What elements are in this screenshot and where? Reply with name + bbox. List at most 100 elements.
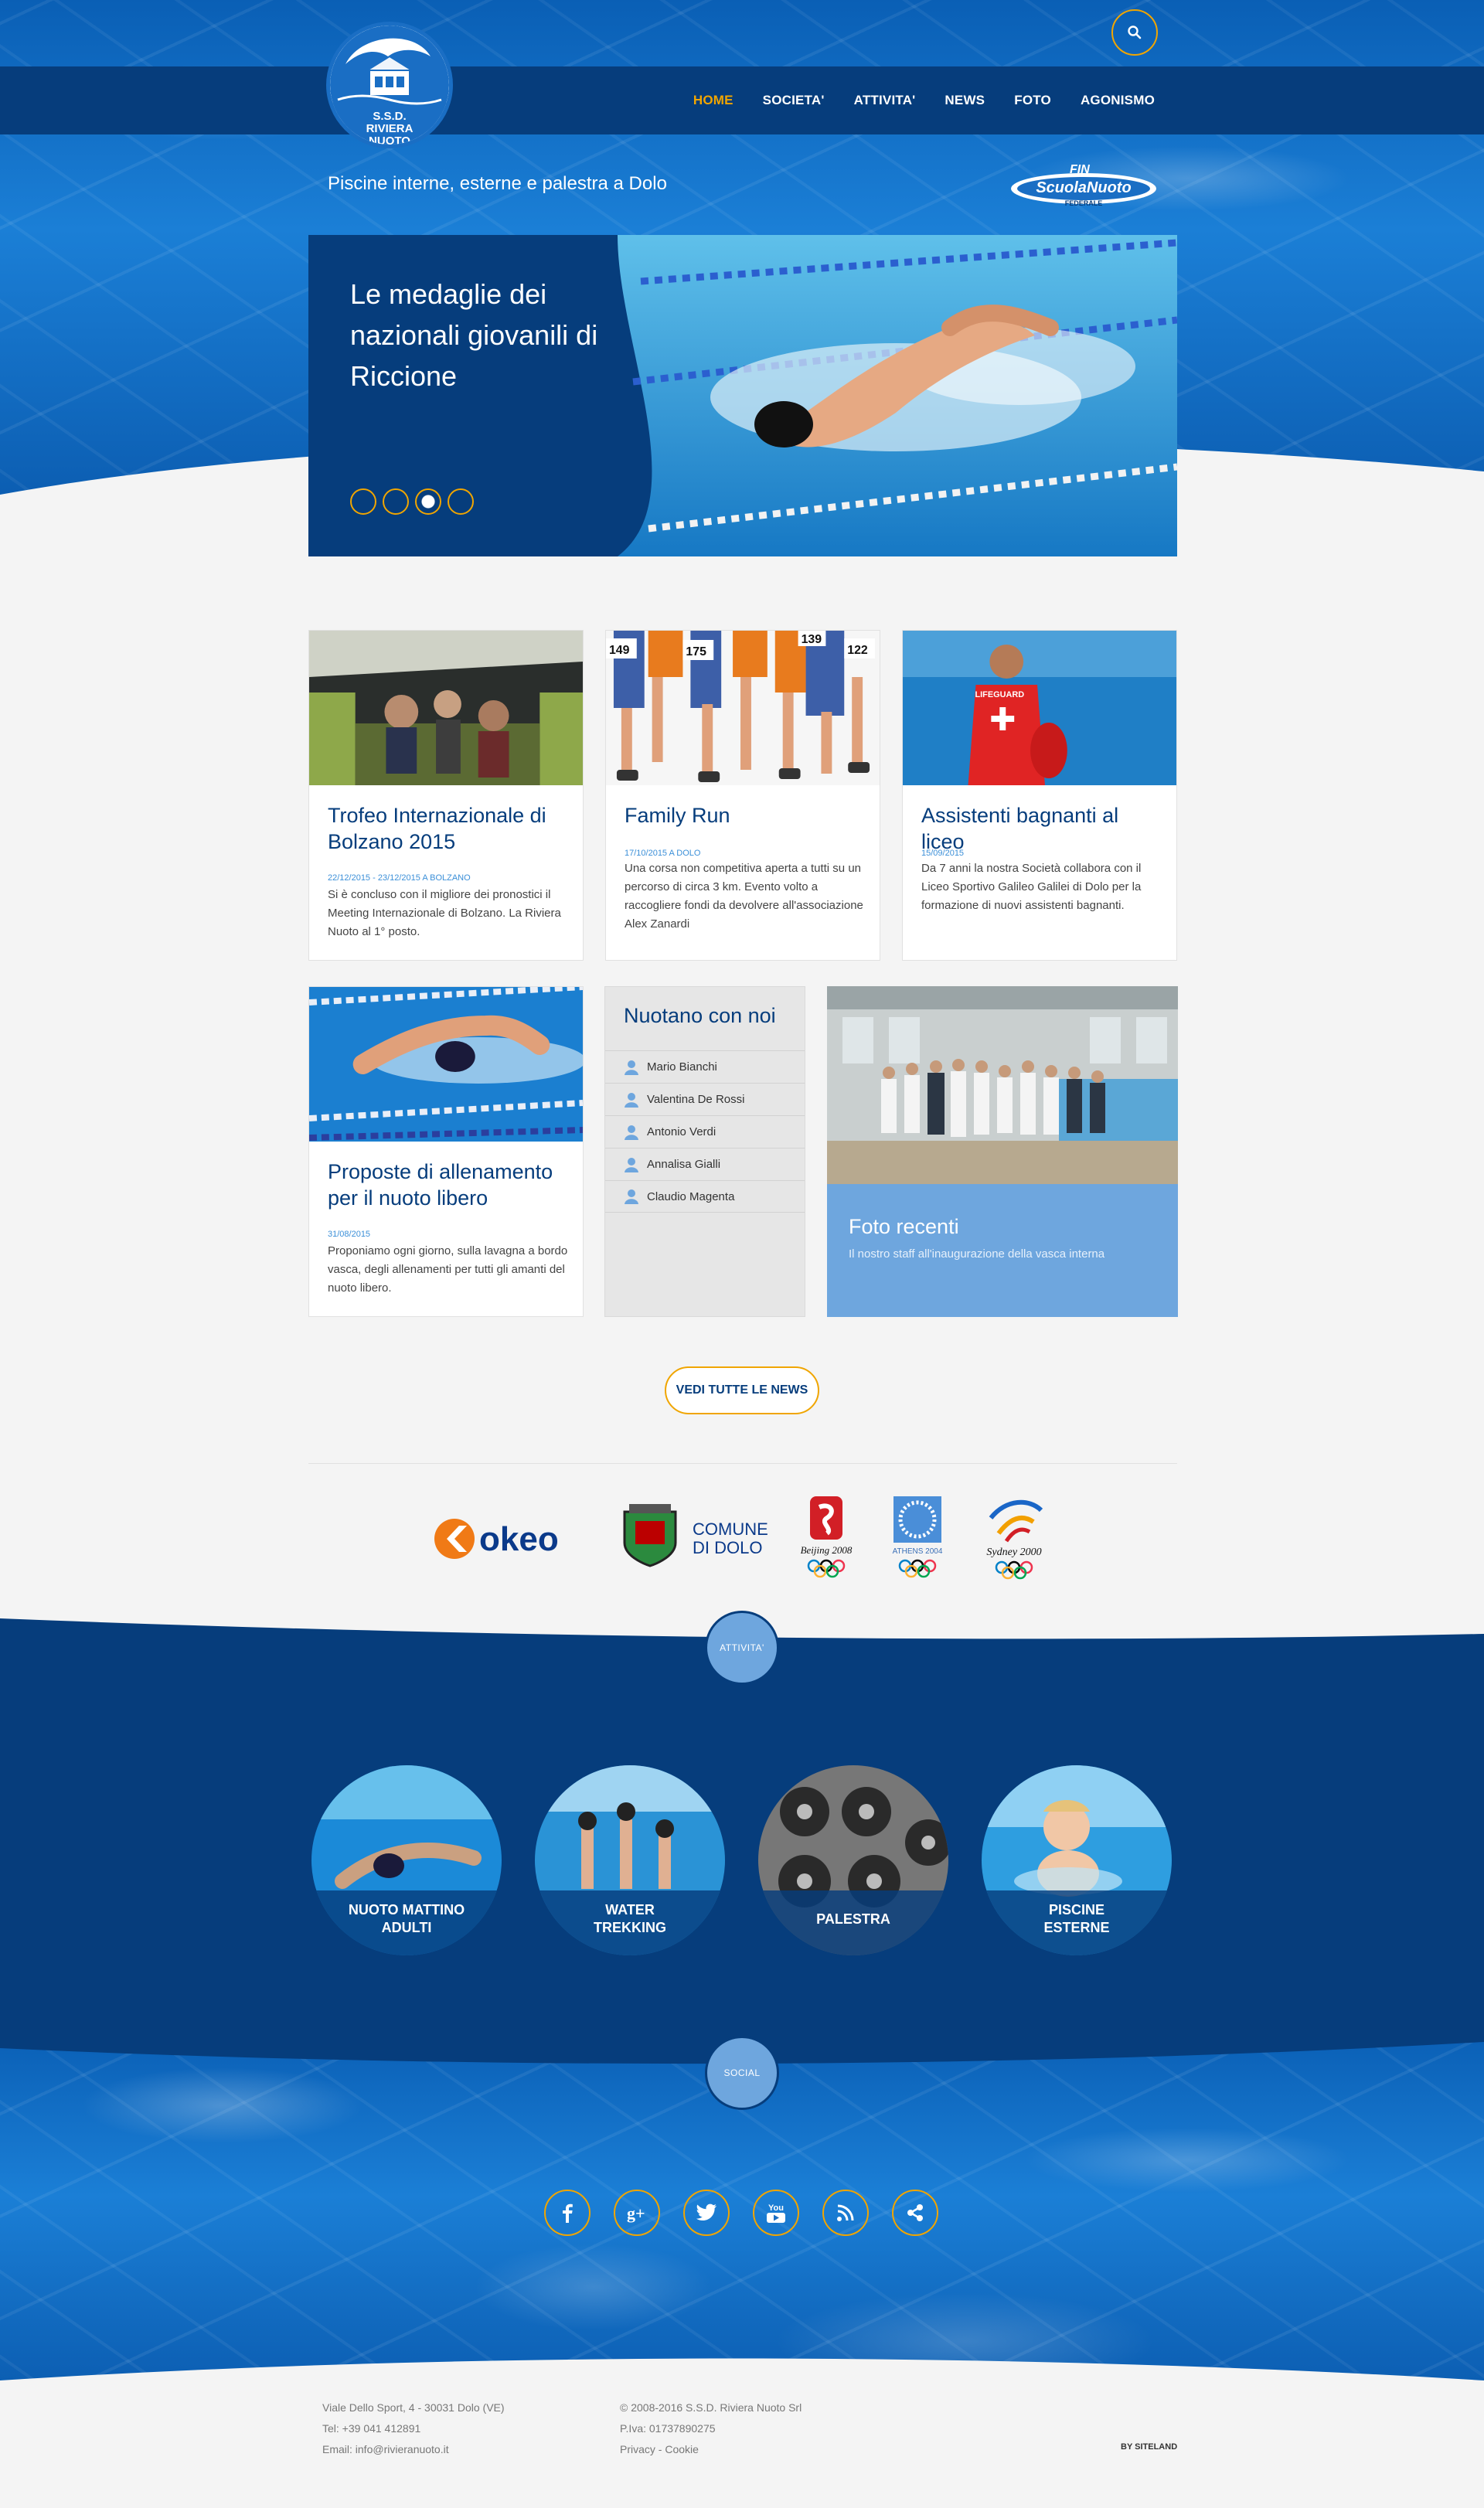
news-title[interactable]: Assistenti bagnanti al liceo: [921, 802, 1153, 855]
recent-photos-caption: Il nostro staff all'inaugurazione della …: [849, 1247, 1105, 1261]
activities-section: [0, 1654, 1484, 2056]
swimmer-name: Annalisa Gialli: [647, 1158, 721, 1171]
news-card[interactable]: Proposte di allenamento per il nuoto lib…: [308, 986, 584, 1317]
swimmer-name: Antonio Verdi: [647, 1125, 716, 1138]
svg-text:COMUNE: COMUNE: [693, 1519, 768, 1539]
list-item[interactable]: Mario Bianchi: [605, 1050, 805, 1083]
footer-phone[interactable]: Tel: +39 041 412891: [322, 2418, 505, 2439]
sponsor-sydney-2000[interactable]: Sydney 2000: [975, 1495, 1053, 1580]
svg-text:175: 175: [686, 645, 706, 658]
svg-text:149: 149: [609, 644, 630, 657]
recent-photos-card[interactable]: Foto recenti Il nostro staff all'inaugur…: [827, 986, 1178, 1317]
rss-button[interactable]: [822, 2190, 869, 2236]
svg-text:okeo: okeo: [479, 1520, 559, 1558]
news-image-runners: 149 175 139 122: [606, 631, 880, 785]
list-item[interactable]: Claudio Magenta: [605, 1180, 805, 1213]
cookie-link[interactable]: Cookie: [665, 2443, 699, 2455]
sponsor-comune-di-dolo[interactable]: COMUNE DI DOLO: [618, 1501, 770, 1570]
slide-title: Le medaglie dei nazionali giovanili di R…: [350, 278, 598, 392]
social-badge: SOCIAL: [705, 2036, 779, 2110]
footer-credit[interactable]: BY SITELAND: [1121, 2442, 1177, 2452]
svg-text:g+: g+: [627, 2203, 645, 2223]
user-icon: [625, 1125, 638, 1140]
news-excerpt: Si è concluso con il migliore dei pronos…: [328, 888, 561, 938]
svg-text:ScuolaNuoto: ScuolaNuoto: [1036, 179, 1131, 196]
footer-wave: [0, 2358, 1484, 2404]
sponsor-okeo[interactable]: okeo: [433, 1513, 584, 1564]
user-icon: [625, 1157, 638, 1172]
share-button[interactable]: [892, 2190, 938, 2236]
google-plus-icon: g+: [627, 2203, 645, 2223]
swimmers-list: Mario Bianchi Valentina De Rossi Antonio…: [605, 1050, 805, 1213]
hero-slider[interactable]: Le medaglie dei nazionali giovanili di R…: [308, 235, 1177, 556]
recent-photos-title: Foto recenti: [849, 1215, 959, 1238]
activity-label: PISCINE ESTERNE: [982, 1890, 1172, 1955]
google-plus-button[interactable]: g+: [614, 2190, 660, 2236]
activity-water-trekking[interactable]: WATER TREKKING: [535, 1765, 725, 1955]
news-title[interactable]: Proposte di allenamento per il nuoto lib…: [328, 1159, 560, 1211]
svg-text:ATHENS 2004: ATHENS 2004: [893, 1547, 943, 1556]
news-title[interactable]: Trofeo Internazionale di Bolzano 2015: [328, 802, 560, 855]
share-icon: [907, 2204, 923, 2221]
list-item[interactable]: Antonio Verdi: [605, 1115, 805, 1148]
footer-email[interactable]: Email: info@rivieranuoto.it: [322, 2439, 505, 2460]
slider-dot-2[interactable]: [383, 488, 409, 515]
activity-label: PALESTRA: [758, 1890, 948, 1955]
site-tagline: Piscine interne, esterne e palestra a Do…: [328, 173, 667, 194]
news-image-bus: [309, 631, 583, 785]
facebook-button[interactable]: [544, 2190, 591, 2236]
svg-text:FEDERALE: FEDERALE: [1065, 199, 1103, 207]
list-item[interactable]: Valentina De Rossi: [605, 1083, 805, 1115]
activity-label: WATER TREKKING: [535, 1890, 725, 1955]
activities-badge: ATTIVITA': [705, 1611, 779, 1685]
user-icon: [625, 1092, 638, 1108]
youtube-icon: You: [767, 2203, 785, 2223]
list-item[interactable]: Annalisa Gialli: [605, 1148, 805, 1180]
news-card[interactable]: LIFEGUARD Assistenti bagnanti al liceo 1…: [902, 630, 1177, 961]
nav-foto[interactable]: FOTO: [1014, 93, 1051, 108]
youtube-button[interactable]: You: [753, 2190, 799, 2236]
news-excerpt: Una corsa non competitiva aperta a tutti…: [625, 862, 863, 931]
svg-text:122: 122: [847, 644, 868, 657]
swimmers-box: Nuotano con noi Mario Bianchi Valentina …: [604, 986, 805, 1317]
svg-text:DI DOLO: DI DOLO: [693, 1538, 762, 1557]
main-nav: HOME SOCIETA' ATTIVITA' NEWS FOTO AGONIS…: [693, 66, 1155, 134]
slider-dot-3[interactable]: [415, 488, 441, 515]
nav-agonismo[interactable]: AGONISMO: [1081, 93, 1155, 108]
swimmers-title: Nuotano con noi: [624, 1004, 776, 1027]
activity-nuoto-mattino[interactable]: NUOTO MATTINO ADULTI: [311, 1765, 502, 1955]
news-title[interactable]: Family Run: [625, 802, 856, 829]
news-card[interactable]: Trofeo Internazionale di Bolzano 2015 22…: [308, 630, 584, 961]
slider-dot-1[interactable]: [350, 488, 376, 515]
slider-dot-4[interactable]: [448, 488, 474, 515]
sponsor-beijing-2008[interactable]: Beijing 2008: [791, 1495, 861, 1580]
site-logo[interactable]: S.S.D. RIVIERA NUOTO: [326, 22, 453, 148]
nav-news[interactable]: NEWS: [945, 93, 985, 108]
activity-piscine-esterne[interactable]: PISCINE ESTERNE: [982, 1765, 1172, 1955]
footer-legal: © 2008-2016 S.S.D. Riviera Nuoto Srl P.I…: [620, 2397, 802, 2460]
swimmer-name: Valentina De Rossi: [647, 1093, 745, 1106]
facebook-icon: [563, 2203, 573, 2223]
svg-text:Sydney 2000: Sydney 2000: [986, 1547, 1041, 1558]
footer-copyright: © 2008-2016 S.S.D. Riviera Nuoto Srl: [620, 2401, 802, 2414]
swimmer-name: Mario Bianchi: [647, 1060, 717, 1074]
news-date: 31/08/2015: [328, 1230, 371, 1239]
twitter-button[interactable]: [683, 2190, 730, 2236]
sponsor-athens-2004[interactable]: ATHENS 2004: [883, 1495, 952, 1580]
user-icon: [625, 1189, 638, 1204]
swimmer-name: Claudio Magenta: [647, 1189, 735, 1203]
nav-societa[interactable]: SOCIETA': [763, 93, 825, 108]
footer-piva: P.Iva: 01737890275: [620, 2422, 716, 2435]
news-image-freestyle: [309, 987, 583, 1142]
news-excerpt: Proponiamo ogni giorno, sulla lavagna a …: [328, 1244, 568, 1295]
news-excerpt: Da 7 anni la nostra Società collabora co…: [921, 862, 1142, 912]
activity-label: NUOTO MATTINO ADULTI: [311, 1890, 502, 1955]
nav-home[interactable]: HOME: [693, 93, 733, 108]
privacy-link[interactable]: Privacy: [620, 2443, 655, 2455]
footer-links: Privacy - Cookie: [620, 2439, 802, 2460]
search-button[interactable]: [1111, 9, 1158, 56]
nav-attivita[interactable]: ATTIVITA': [854, 93, 916, 108]
activity-palestra[interactable]: PALESTRA: [758, 1765, 948, 1955]
all-news-button[interactable]: VEDI TUTTE LE NEWS: [665, 1366, 819, 1414]
news-card[interactable]: 149 175 139 122 Family Run 17/10/2015 A DOL…: [605, 630, 880, 961]
